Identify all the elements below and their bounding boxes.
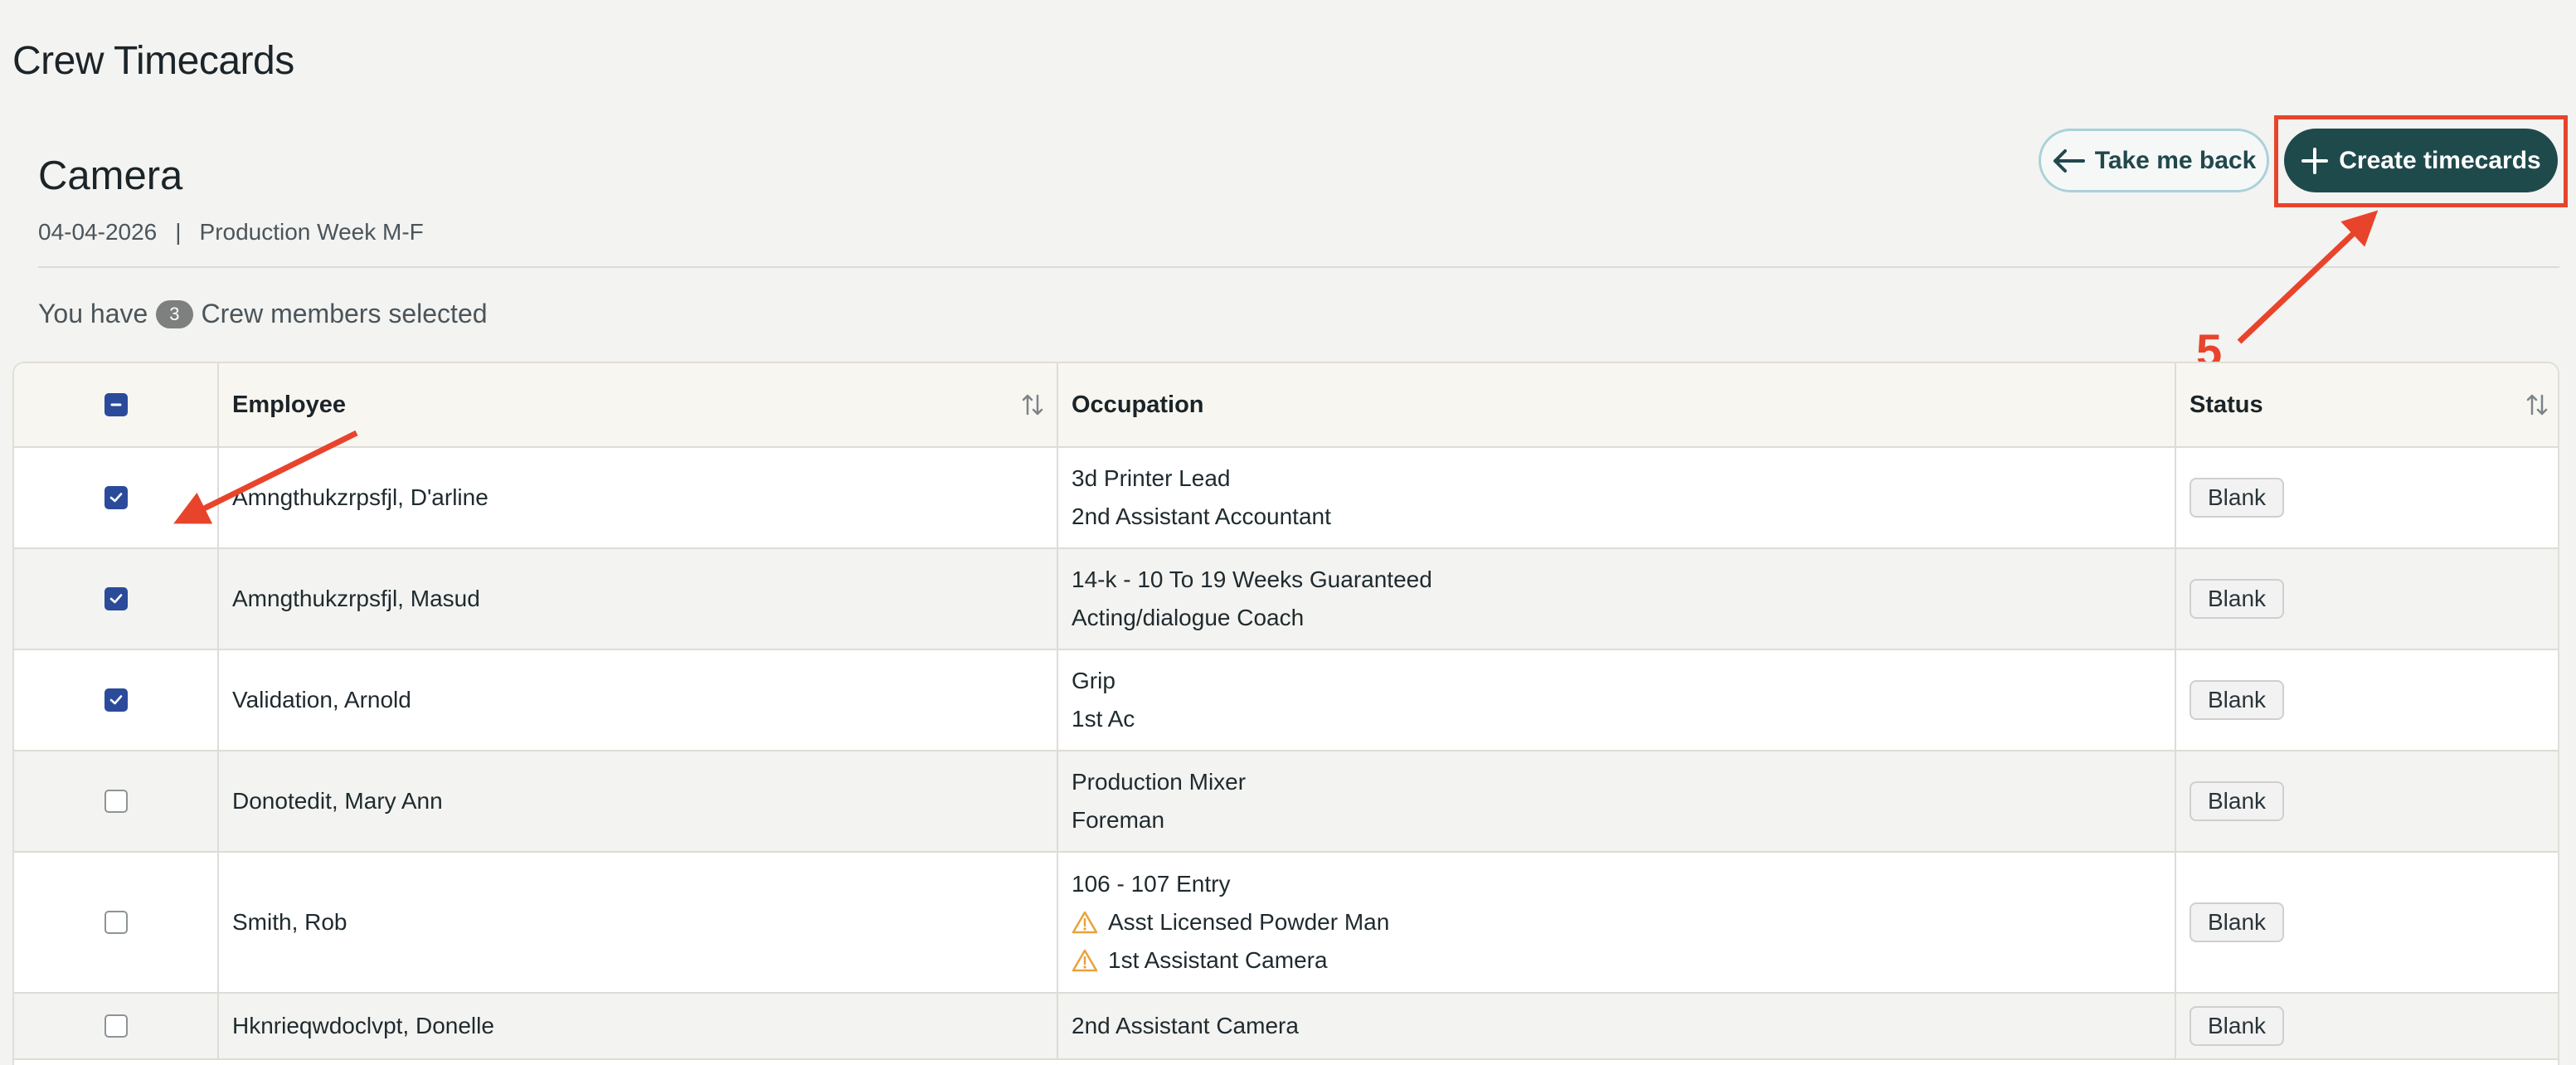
occupation-item: Grip <box>1072 668 1115 693</box>
occupation-item: 1st Ac <box>1072 706 1135 732</box>
occupation-cell: Grip 1st Ac <box>1058 650 2176 750</box>
header-status-label: Status <box>2190 391 2263 418</box>
row-checkbox[interactable] <box>104 587 128 610</box>
occupation-cell: 2nd Assistant Camera <box>1058 994 2176 1058</box>
status-badge: Blank <box>2190 781 2285 821</box>
status-badge: Blank <box>2190 579 2285 619</box>
occupation-item: 3d Printer Lead <box>1072 465 1231 491</box>
status-cell: Blank <box>2176 994 2558 1058</box>
take-me-back-label: Take me back <box>2094 146 2257 174</box>
row-checkbox[interactable] <box>104 790 128 813</box>
occupation-item: Asst Licensed Powder Man <box>1108 909 1390 935</box>
status-badge: Blank <box>2190 478 2285 518</box>
table-row[interactable]: Amngthukzrpsfjl, Masud 14-k - 10 To 19 W… <box>14 549 2558 650</box>
status-cell: Blank <box>2176 853 2558 992</box>
employee-name: Amngthukzrpsfjl, Masud <box>232 586 480 611</box>
table-row[interactable]: Hknrieqwdoclvpt, Donelle 2nd Assistant C… <box>14 994 2558 1060</box>
occupation-item: Production Mixer <box>1072 769 1247 795</box>
selection-prefix: You have <box>38 299 148 328</box>
occupation-item: 14-k - 10 To 19 Weeks Guaranteed <box>1072 567 1432 592</box>
employee-name: Validation, Arnold <box>232 687 411 712</box>
sort-icon[interactable] <box>1022 392 1043 417</box>
row-select-cell <box>14 448 219 547</box>
occupation-cell: 14-k - 10 To 19 Weeks Guaranteed Acting/… <box>1058 549 2176 649</box>
employee-cell: Amngthukzrpsfjl, D'arline <box>219 448 1058 547</box>
arrow-left-icon <box>2053 148 2085 173</box>
status-cell: Blank <box>2176 448 2558 547</box>
row-checkbox[interactable] <box>104 486 128 509</box>
employee-name: Amngthukzrpsfjl, D'arline <box>232 484 488 510</box>
annotation-arrow-5 <box>2237 210 2379 344</box>
row-checkbox[interactable] <box>104 688 128 712</box>
minus-icon <box>110 403 121 406</box>
status-badge: Blank <box>2190 902 2285 942</box>
row-select-cell <box>14 853 219 992</box>
employee-cell: Validation, Arnold <box>219 650 1058 750</box>
take-me-back-button[interactable]: Take me back <box>2039 129 2269 192</box>
occupation-item: 2nd Assistant Camera <box>1072 1013 1299 1038</box>
occupation-warning-item: Asst Licensed Powder Man <box>1072 909 2175 936</box>
selection-count-badge: 3 <box>156 299 193 328</box>
employee-cell: Hknrieqwdoclvpt, Donelle <box>219 994 1058 1058</box>
occupation-cell: 106 - 107 Entry Asst Licensed Powder Man… <box>1058 853 2176 992</box>
checkmark-icon <box>109 594 122 604</box>
section-date: 04-04-2026 <box>38 219 158 245</box>
status-badge: Blank <box>2190 680 2285 720</box>
employee-name: Donotedit, Mary Ann <box>232 788 443 814</box>
warning-icon <box>1072 949 1098 972</box>
row-select-cell <box>14 549 219 649</box>
row-select-cell <box>14 751 219 851</box>
employee-cell: Amngthukzrpsfjl, Masud <box>219 549 1058 649</box>
select-all-checkbox[interactable] <box>104 393 128 416</box>
occupation-item: 1st Assistant Camera <box>1108 947 1328 973</box>
occupation-item: 2nd Assistant Accountant <box>1072 503 1331 529</box>
sort-icon[interactable] <box>2526 392 2548 417</box>
employee-name: Hknrieqwdoclvpt, Donelle <box>232 1013 494 1038</box>
table-row[interactable]: Donotedit, Mary Ann Production Mixer For… <box>14 751 2558 853</box>
table-row[interactable]: Smith, Rob 106 - 107 Entry Asst Licensed… <box>14 853 2558 994</box>
occupation-item: Acting/dialogue Coach <box>1072 605 1305 630</box>
status-cell: Blank <box>2176 549 2558 649</box>
header-occupation: Occupation <box>1058 363 2176 446</box>
table-row[interactable]: Validation, Arnold Grip 1st Ac Blank <box>14 650 2558 751</box>
row-select-cell <box>14 650 219 750</box>
status-badge: Blank <box>2190 1006 2285 1046</box>
section-subline: 04-04-2026 | Production Week M-F <box>38 219 424 246</box>
table-header-row: Employee Occupation Status <box>14 363 2558 448</box>
employee-cell: Smith, Rob <box>219 853 1058 992</box>
section-week: Production Week M-F <box>199 219 424 245</box>
checkmark-icon <box>109 493 122 503</box>
header-occupation-label: Occupation <box>1072 391 1204 418</box>
row-checkbox[interactable] <box>104 911 128 934</box>
row-checkbox[interactable] <box>104 1014 128 1038</box>
row-select-cell <box>14 994 219 1058</box>
header-employee[interactable]: Employee <box>219 363 1058 446</box>
selection-summary: You have 3 Crew members selected <box>38 299 488 329</box>
header-status[interactable]: Status <box>2176 363 2558 446</box>
occupation-cell: 3d Printer Lead 2nd Assistant Accountant <box>1058 448 2176 547</box>
table-row[interactable]: Amngthukzrpsfjl, D'arline 3d Printer Lea… <box>14 448 2558 549</box>
section-title: Camera <box>38 153 183 198</box>
occupation-cell: Production Mixer Foreman <box>1058 751 2176 851</box>
crew-table: Employee Occupation Status Amngthukzrpsf… <box>12 362 2559 1065</box>
checkmark-icon <box>109 695 122 705</box>
status-cell: Blank <box>2176 650 2558 750</box>
warning-icon <box>1072 911 1098 934</box>
header-employee-label: Employee <box>232 391 346 418</box>
employee-name: Smith, Rob <box>232 909 348 935</box>
occupation-warning-item: 1st Assistant Camera <box>1072 947 2175 974</box>
occupation-item: 106 - 107 Entry <box>1072 871 1231 897</box>
annotation-box-create <box>2274 115 2568 207</box>
status-cell: Blank <box>2176 751 2558 851</box>
selection-suffix: Crew members selected <box>201 299 488 328</box>
employee-cell: Donotedit, Mary Ann <box>219 751 1058 851</box>
section-divider <box>38 266 2559 268</box>
select-all-cell <box>14 363 219 446</box>
occupation-item: Foreman <box>1072 807 1165 833</box>
page-title: Crew Timecards <box>12 39 294 83</box>
section-separator: | <box>175 219 182 245</box>
